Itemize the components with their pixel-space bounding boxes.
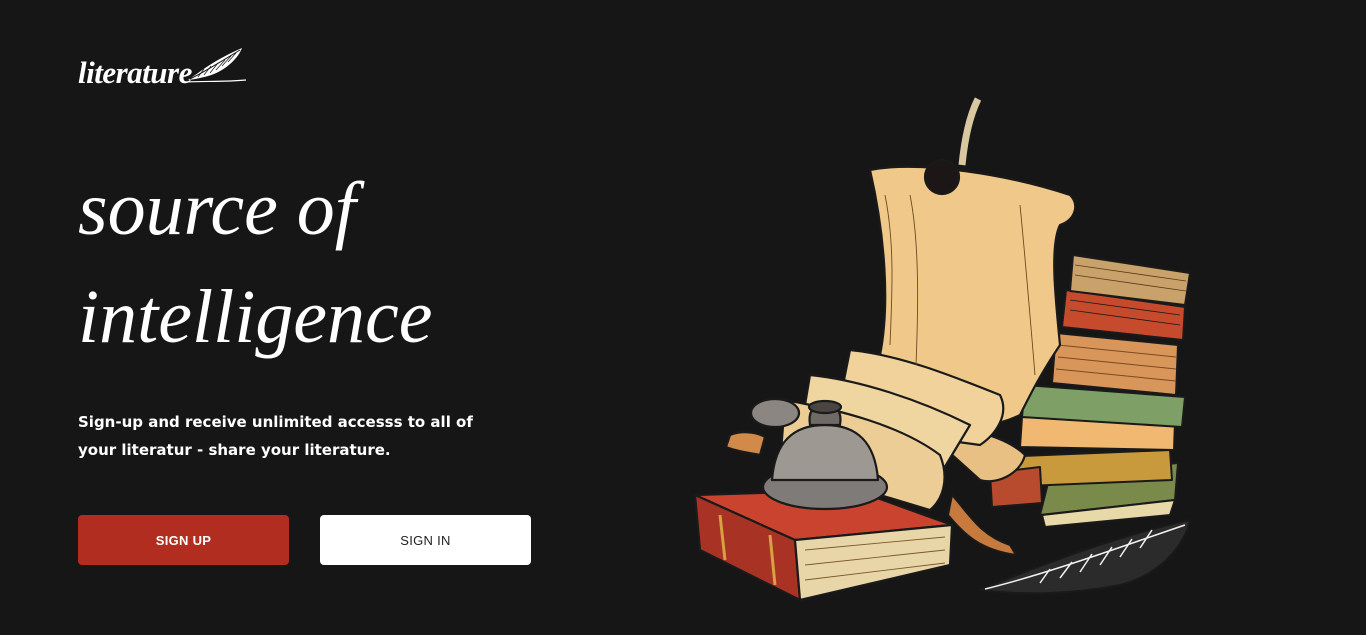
landing-page: literature source of intelligence Sign-u… — [0, 0, 1366, 635]
hero-description: Sign-up and receive unlimited accesss to… — [78, 413, 473, 459]
sign-in-button[interactable]: SIGN IN — [320, 515, 531, 565]
hero-title-line-1: source of — [78, 167, 356, 251]
quill-feather-icon — [185, 48, 246, 83]
books-scroll-inkwell-illustration — [693, 97, 1191, 602]
hero-title: source of intelligence — [78, 155, 433, 371]
sign-up-button[interactable]: SIGN UP — [78, 515, 289, 565]
brand-logo[interactable]: literature — [78, 44, 248, 88]
brand-name: literature — [78, 55, 192, 90]
hero-title-line-2: intelligence — [78, 275, 433, 359]
